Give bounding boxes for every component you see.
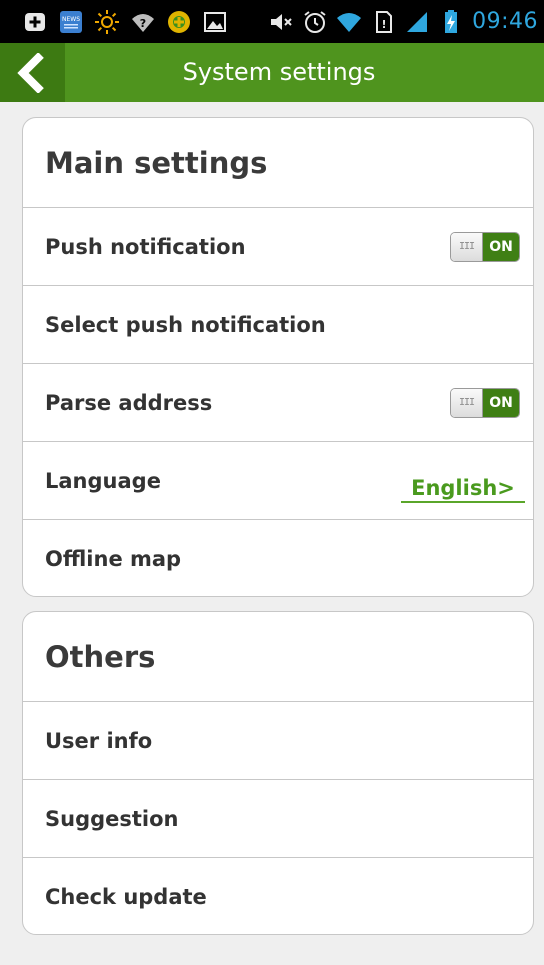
check-update-label: Check update <box>45 885 207 909</box>
wifi-question-icon: ? <box>130 9 156 35</box>
parse-address-toggle[interactable]: III ON <box>450 387 520 418</box>
battery-charging-icon <box>438 9 464 35</box>
signal-icon <box>404 9 430 35</box>
clock: 09:46 <box>472 9 538 34</box>
add-icon <box>22 9 48 35</box>
parse-address-label: Parse address <box>45 390 213 415</box>
news-icon: NEWS <box>58 9 84 35</box>
main-settings-header: Main settings <box>23 118 533 208</box>
app-icon <box>166 9 192 35</box>
check-update-row[interactable]: Check update <box>23 858 533 934</box>
status-bar: NEWS ? ! 09:46 <box>0 0 544 43</box>
wifi-icon <box>336 9 362 35</box>
push-notification-label: Push notification <box>45 234 246 259</box>
suggestion-row[interactable]: Suggestion <box>23 780 533 858</box>
brightness-icon <box>94 9 120 35</box>
offline-map-row[interactable]: Offline map <box>23 520 533 596</box>
toggle-thumb: III <box>451 388 483 417</box>
title-bar: System settings <box>0 43 544 102</box>
status-bar-notifications: NEWS ? <box>22 0 228 43</box>
mute-icon <box>268 9 294 35</box>
language-value-link[interactable]: English> <box>401 476 525 503</box>
language-label: Language <box>45 468 161 493</box>
suggestion-label: Suggestion <box>45 806 179 831</box>
parse-address-row[interactable]: Parse address III ON <box>23 364 533 442</box>
sim-icon: ! <box>370 9 396 35</box>
toggle-thumb: III <box>451 232 483 261</box>
section-title: Others <box>45 639 156 674</box>
status-bar-system: ! 09:46 <box>268 0 538 43</box>
main-settings-card: Main settings Push notification III ON S… <box>22 117 534 597</box>
push-notification-row[interactable]: Push notification III ON <box>23 208 533 286</box>
svg-text:?: ? <box>140 17 146 30</box>
toggle-state: ON <box>483 388 519 417</box>
user-info-label: User info <box>45 728 153 753</box>
user-info-row[interactable]: User info <box>23 702 533 780</box>
others-header: Others <box>23 612 533 702</box>
select-push-notification-label: Select push notification <box>45 312 326 337</box>
svg-text:!: ! <box>382 18 387 31</box>
alarm-icon <box>302 9 328 35</box>
push-notification-toggle[interactable]: III ON <box>450 231 520 262</box>
language-row[interactable]: Language English> <box>23 442 533 520</box>
gallery-icon <box>202 9 228 35</box>
others-card: Others User info Suggestion Check update <box>22 611 534 935</box>
page-title: System settings <box>182 58 376 86</box>
offline-map-label: Offline map <box>45 547 182 571</box>
toggle-state: ON <box>483 232 519 261</box>
news-icon-text: NEWS <box>62 16 80 23</box>
section-title: Main settings <box>45 145 268 180</box>
select-push-notification-row[interactable]: Select push notification <box>23 286 533 364</box>
